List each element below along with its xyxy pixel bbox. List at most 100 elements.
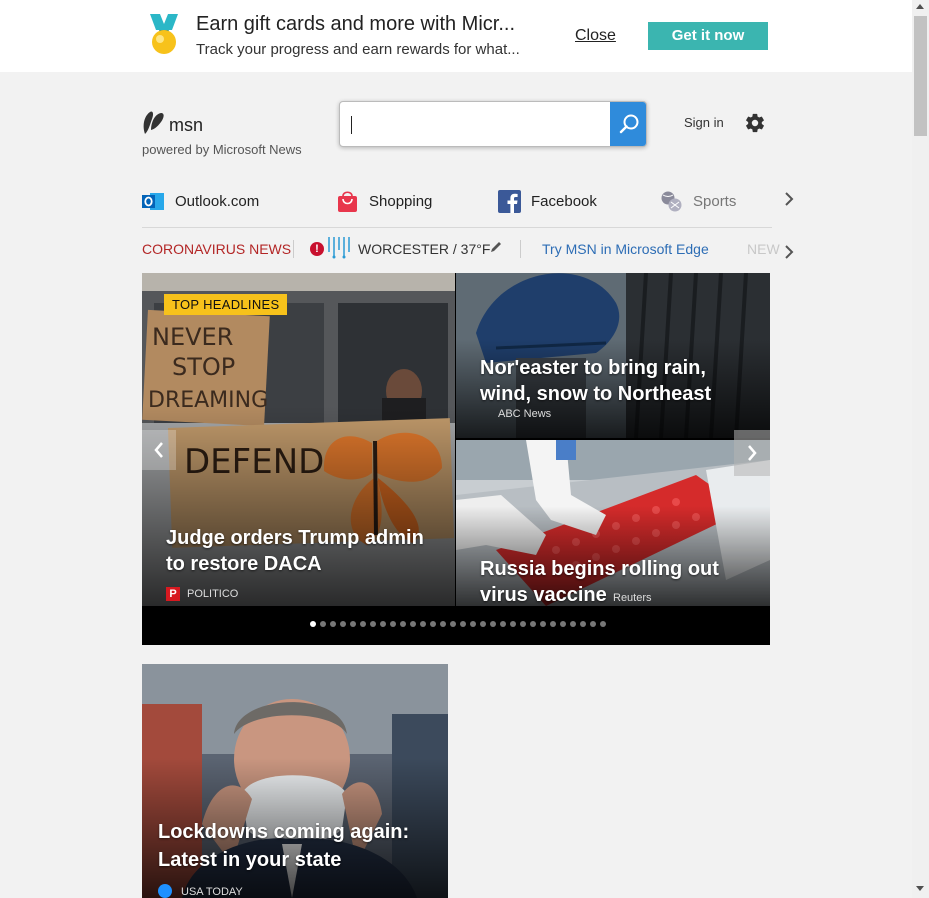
carousel-dot[interactable] <box>560 621 566 627</box>
try-edge-link[interactable]: Try MSN in Microsoft Edge <box>542 241 709 257</box>
logo-text: msn <box>169 115 204 135</box>
facebook-icon <box>498 189 521 213</box>
carousel-dot[interactable] <box>360 621 366 627</box>
get-it-now-button[interactable]: Get it now <box>648 22 768 50</box>
story-bottom-right[interactable]: Russia begins rolling out virus vaccine … <box>456 440 770 606</box>
carousel-dot[interactable] <box>510 621 516 627</box>
sports-icon <box>661 191 682 211</box>
card-source: USA TODAY <box>181 886 243 898</box>
chevron-left-icon <box>154 442 163 458</box>
carousel-dot[interactable] <box>500 621 506 627</box>
carousel-dot[interactable] <box>430 621 436 627</box>
carousel-prev-button[interactable] <box>142 430 176 470</box>
carousel-dot[interactable] <box>310 621 316 627</box>
carousel-dot[interactable] <box>370 621 376 627</box>
carousel-dot[interactable] <box>330 621 336 627</box>
sign-in-link[interactable]: Sign in <box>684 115 724 130</box>
powered-by-text: powered by Microsoft News <box>142 142 302 157</box>
story-source: ABC News <box>498 408 552 420</box>
scroll-down-arrow-icon[interactable] <box>916 886 924 891</box>
carousel-dot[interactable] <box>320 621 326 627</box>
card-headline[interactable]: Lockdowns coming again: Latest in your s… <box>158 818 418 874</box>
carousel-dot[interactable] <box>380 621 386 627</box>
carousel-dot[interactable] <box>600 621 606 627</box>
news-strip: CORONAVIRUS NEWS ! WORCESTER / 37°F Try … <box>142 236 802 262</box>
shopping-bag-icon <box>338 190 357 212</box>
msn-logo[interactable]: msn <box>142 110 203 141</box>
carousel-dot[interactable] <box>570 621 576 627</box>
text-caret <box>351 116 352 134</box>
usa-today-logo-icon <box>158 884 172 898</box>
promo-subtitle: Track your progress and earn rewards for… <box>196 41 520 58</box>
butterfly-icon <box>143 111 164 134</box>
medal-icon <box>150 14 178 54</box>
carousel-dot[interactable] <box>440 621 446 627</box>
quick-link-label: Shopping <box>369 192 433 210</box>
gear-icon[interactable] <box>744 112 766 134</box>
divider <box>142 227 772 228</box>
story-headline[interactable]: Nor'easter to bring rain, wind, snow to … <box>480 355 750 407</box>
top-headlines-carousel: NEVER STOP DREAMING DEFEND TOP HEADLINES… <box>142 273 770 645</box>
carousel-dot[interactable] <box>550 621 556 627</box>
scrollbar-thumb[interactable] <box>914 16 927 136</box>
quick-link-label: Outlook.com <box>175 192 260 210</box>
carousel-dot[interactable] <box>540 621 546 627</box>
svg-text:NEVER: NEVER <box>152 323 233 351</box>
carousel-dot[interactable] <box>420 621 426 627</box>
quick-link-label: Sports <box>693 192 737 210</box>
politico-logo-icon: P <box>166 587 180 601</box>
carousel-dot[interactable] <box>490 621 496 627</box>
carousel-pagination <box>278 621 638 629</box>
rain-icon <box>328 237 350 259</box>
search-icon <box>619 114 638 134</box>
carousel-dot[interactable] <box>400 621 406 627</box>
carousel-dot[interactable] <box>460 621 466 627</box>
chevron-right-icon[interactable] <box>782 190 796 208</box>
carousel-dot[interactable] <box>470 621 476 627</box>
carousel-dot[interactable] <box>340 621 346 627</box>
search-input[interactable] <box>340 102 610 146</box>
main-story[interactable]: NEVER STOP DREAMING DEFEND TOP HEADLINES… <box>142 273 455 606</box>
chevron-right-icon <box>748 445 757 461</box>
carousel-dot[interactable] <box>530 621 536 627</box>
pencil-icon[interactable] <box>489 240 503 254</box>
carousel-dot[interactable] <box>450 621 456 627</box>
story-card-lockdowns[interactable]: Lockdowns coming again: Latest in your s… <box>142 664 448 898</box>
weather-location[interactable]: WORCESTER / 37°F <box>358 241 490 257</box>
carousel-dot[interactable] <box>520 621 526 627</box>
quick-link-label: Facebook <box>531 192 597 210</box>
story-headline[interactable]: Russia begins rolling out virus vaccine <box>480 556 720 606</box>
page-scrollbar[interactable] <box>912 0 929 898</box>
carousel-dot[interactable] <box>390 621 396 627</box>
scroll-up-arrow-icon[interactable] <box>916 4 924 9</box>
quick-links-bar: Outlook.com Shopping Facebook Sports <box>142 186 772 226</box>
news-link-faded[interactable]: NEW <box>747 241 780 257</box>
outlook-icon <box>142 192 164 210</box>
strip-separator <box>293 240 294 258</box>
promo-banner: Earn gift cards and more with Micr... Tr… <box>0 0 912 72</box>
close-promo-link[interactable]: Close <box>575 27 616 45</box>
story-source: Reuters <box>613 592 652 604</box>
coronavirus-news-link[interactable]: CORONAVIRUS NEWS <box>142 241 291 257</box>
quick-link-outlook[interactable]: Outlook.com <box>142 186 259 216</box>
quick-link-sports[interactable]: Sports <box>660 186 736 216</box>
carousel-dot[interactable] <box>580 621 586 627</box>
chevron-right-icon[interactable] <box>782 243 796 261</box>
carousel-dot[interactable] <box>590 621 596 627</box>
promo-title: Earn gift cards and more with Micr... <box>196 13 516 35</box>
search-button[interactable] <box>610 102 646 146</box>
story-source: POLITICO <box>187 588 239 600</box>
quick-link-facebook[interactable]: Facebook <box>498 186 597 216</box>
strip-separator <box>520 240 521 258</box>
carousel-next-button[interactable] <box>734 430 770 476</box>
carousel-dot[interactable] <box>480 621 486 627</box>
carousel-dot[interactable] <box>350 621 356 627</box>
carousel-dot[interactable] <box>410 621 416 627</box>
search-box <box>339 101 647 147</box>
svg-text:STOP: STOP <box>172 353 235 381</box>
weather-alert-icon[interactable]: ! <box>310 242 324 256</box>
quick-link-shopping[interactable]: Shopping <box>336 186 432 216</box>
main-headline[interactable]: Judge orders Trump admin to restore DACA <box>166 525 436 577</box>
top-headlines-badge: TOP HEADLINES <box>164 294 288 315</box>
story-top-right[interactable]: Nor'easter to bring rain, wind, snow to … <box>456 273 770 438</box>
